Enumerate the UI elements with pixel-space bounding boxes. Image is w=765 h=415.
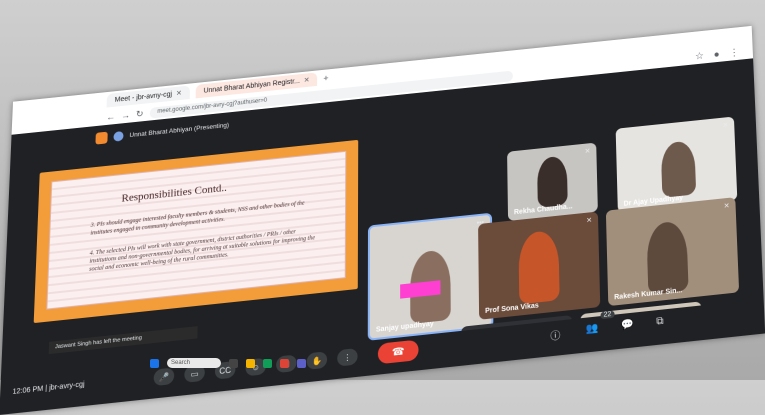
back-icon[interactable]: ←	[106, 111, 115, 122]
windows-taskbar: Search	[150, 354, 410, 372]
close-icon[interactable]: ✕	[176, 89, 182, 97]
shared-slide: Responsibilities Contd.. 3. PIs should e…	[33, 139, 359, 355]
mic-off-icon: ✕	[584, 148, 591, 156]
participant-video	[646, 220, 689, 295]
new-tab-icon[interactable]: +	[323, 73, 328, 83]
activities-icon[interactable]: ⧉	[656, 316, 664, 328]
star-icon[interactable]: ☆	[695, 50, 704, 61]
mic-off-icon: ✕	[723, 202, 730, 211]
participant-video	[660, 140, 697, 198]
avatar	[113, 130, 124, 142]
forward-icon[interactable]: →	[121, 110, 130, 121]
profile-icon[interactable]: ●	[713, 49, 719, 60]
chat-icon[interactable]: 💬	[621, 319, 634, 332]
mic-off-icon: ✕	[586, 217, 593, 225]
participant-name: Sanjay upadhyay	[375, 320, 434, 334]
participant-video	[536, 155, 568, 208]
taskbar-search[interactable]: Search	[167, 358, 221, 368]
reload-icon[interactable]: ↻	[136, 108, 144, 119]
present-icon	[95, 131, 108, 145]
windows-start-icon[interactable]	[150, 358, 159, 368]
slide-title: Responsibilities Contd..	[121, 181, 228, 205]
mic-off-icon: ✕	[722, 121, 729, 130]
participant-name: Rakesh Kumar Sin...	[614, 287, 683, 302]
teams-icon[interactable]	[297, 358, 306, 368]
chrome-icon[interactable]	[280, 358, 289, 368]
meeting-time: 12:06 PM | jbr-avry-cgj	[12, 381, 85, 396]
edge-icon[interactable]	[263, 358, 272, 368]
people-icon[interactable]: 👥	[586, 323, 599, 336]
participant-video	[518, 229, 560, 305]
participant-name: SoE DEI	[587, 376, 616, 387]
info-icon[interactable]: ⓘ	[550, 327, 560, 343]
close-icon[interactable]: ✕	[304, 76, 310, 84]
participant-tile-rakesh[interactable]: ✕ Rakesh Kumar Sin...	[605, 197, 740, 307]
participant-tile-rekha[interactable]: ✕ Rekha Chaudha...	[507, 142, 598, 221]
others-count-label: 15 others	[489, 365, 524, 379]
participant-tile-main[interactable]: ••• Sanjay upadhyay	[367, 212, 494, 341]
menu-icon[interactable]: ⋮	[729, 47, 739, 59]
participant-name: Prof Sona Vikas	[485, 302, 539, 316]
left-meeting-notice: Jaswant Singh has left the meeting	[48, 326, 198, 355]
presenter-label: Unnat Bharat Abhiyan (Presenting)	[129, 121, 230, 139]
participant-count-badge: 22	[600, 310, 615, 320]
file-explorer-icon[interactable]	[246, 358, 255, 368]
participant-tile-sona[interactable]: ✕ Prof Sona Vikas	[478, 211, 601, 320]
task-view-icon[interactable]	[229, 358, 238, 368]
slide-content: Responsibilities Contd.. 3. PIs should e…	[46, 150, 347, 310]
